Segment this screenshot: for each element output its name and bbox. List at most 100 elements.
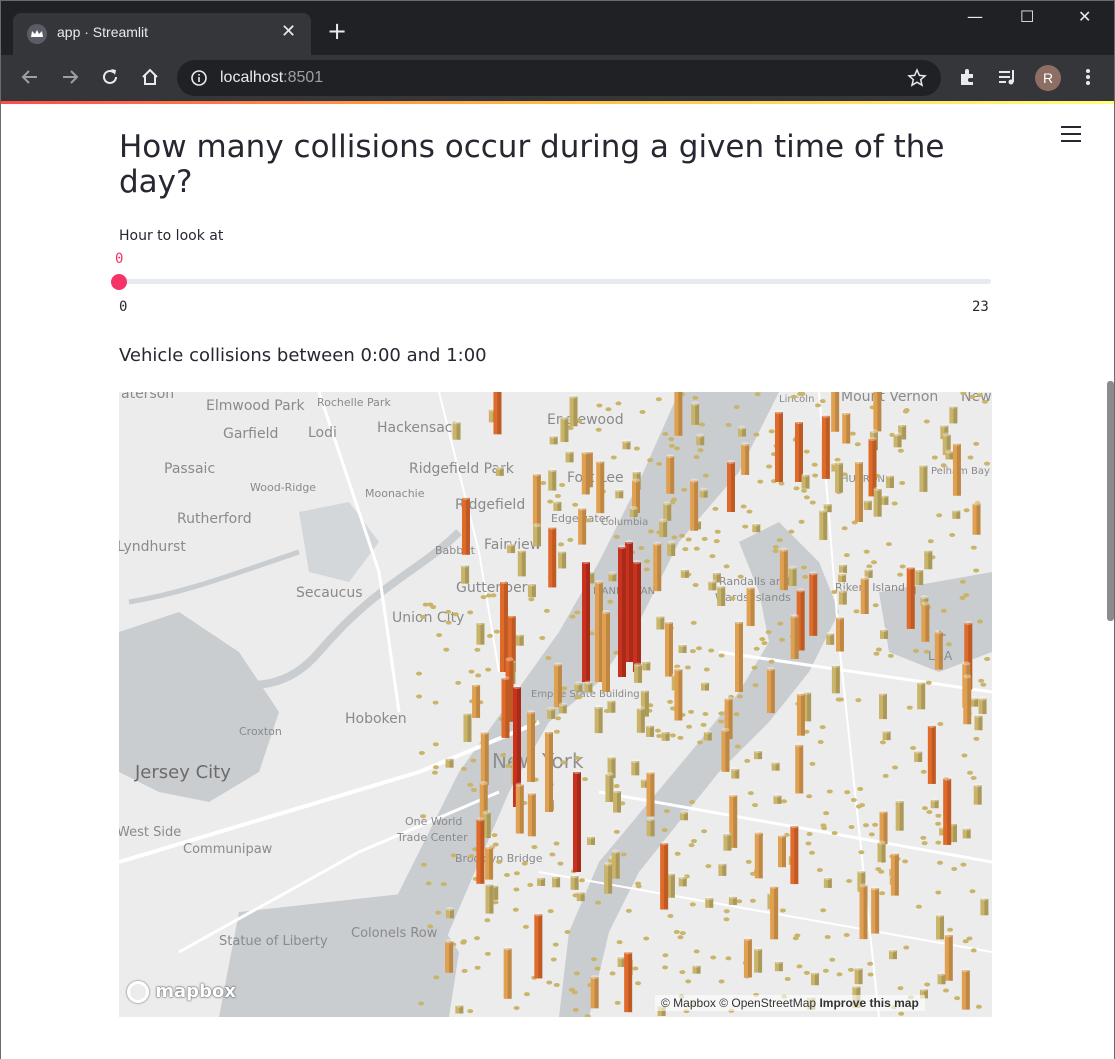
hex-dot <box>873 651 880 656</box>
hex-dot <box>558 542 565 547</box>
hex-dot <box>806 794 813 799</box>
tab-close-icon[interactable]: ✕ <box>281 22 296 42</box>
extensions-puzzle-icon[interactable] <box>957 66 979 88</box>
collision-bar <box>503 946 512 999</box>
hex-dot <box>669 733 676 738</box>
hex-dot <box>461 968 468 973</box>
hex-dot <box>940 608 947 613</box>
hex-dot <box>752 683 759 688</box>
hex-dot <box>765 630 772 635</box>
collision-bar <box>788 565 797 586</box>
hex-dot <box>819 725 826 730</box>
hex-dot <box>733 405 740 410</box>
hex-dot <box>899 481 906 486</box>
back-arrow-icon[interactable] <box>19 66 41 88</box>
hex-dot <box>674 851 681 856</box>
hex-dot <box>976 619 983 624</box>
hex-dot <box>970 545 977 550</box>
bookmark-star-icon[interactable] <box>907 68 927 88</box>
hex-dot <box>443 647 450 652</box>
media-control-icon[interactable] <box>997 66 1019 88</box>
hex-dot <box>552 942 559 947</box>
collision-bar <box>666 454 675 494</box>
hex-dot <box>819 399 826 404</box>
collision-bar <box>773 793 782 804</box>
hex-dot <box>677 935 684 940</box>
hex-dot <box>591 957 598 962</box>
hex-dot <box>705 864 712 869</box>
hex-dot <box>420 814 427 819</box>
hex-dot <box>420 862 427 867</box>
collision-bar <box>552 874 561 888</box>
hex-dot <box>784 976 791 981</box>
hex-dot <box>513 871 520 876</box>
close-window-icon[interactable]: ✕ <box>1078 7 1091 26</box>
collision-bar <box>708 579 717 591</box>
hex-dot <box>872 822 879 827</box>
collision-bar <box>819 508 828 540</box>
mapbox-logo-text: mapbox <box>155 981 236 1002</box>
collision-bar <box>970 696 979 707</box>
info-icon[interactable] <box>190 69 208 87</box>
hex-dot <box>913 648 920 653</box>
page-scrollbar[interactable] <box>1107 381 1114 621</box>
minimize-icon[interactable]: — <box>967 7 983 26</box>
hex-dot <box>638 546 645 551</box>
hex-dot <box>496 859 503 864</box>
hour-slider-track[interactable] <box>119 279 991 284</box>
hex-dot <box>692 395 699 400</box>
hex-dot <box>897 986 904 991</box>
collision-bar <box>752 522 761 533</box>
hex-dot <box>843 932 850 937</box>
hex-dot <box>749 898 756 903</box>
hex-dot <box>712 506 719 511</box>
hex-dot <box>777 621 784 626</box>
collision-bar <box>532 472 541 527</box>
hex-dot <box>718 979 725 984</box>
forward-arrow-icon[interactable] <box>59 66 81 88</box>
collision-bar <box>678 642 687 653</box>
hex-dot <box>571 990 578 995</box>
url-text[interactable]: localhost:8501 <box>220 69 323 87</box>
maximize-icon[interactable]: ☐ <box>1020 7 1034 26</box>
address-bar[interactable]: localhost:8501 <box>177 60 941 96</box>
hex-dot <box>824 935 831 940</box>
hex-dot <box>648 529 655 534</box>
collision-bar <box>921 601 930 642</box>
hamburger-menu-icon[interactable] <box>1061 126 1081 144</box>
collision-map[interactable]: aterson Elmwood Park Rochelle Park Engle… <box>119 392 992 1017</box>
collision-bar <box>766 666 775 714</box>
collision-bar <box>754 830 763 879</box>
collision-bar <box>699 487 708 498</box>
hex-dot <box>776 538 783 543</box>
hex-dot <box>540 481 547 486</box>
home-icon[interactable] <box>139 66 161 88</box>
more-menu-icon[interactable] <box>1077 66 1099 88</box>
collision-bars-layer <box>416 392 991 1017</box>
collision-bar <box>611 849 620 879</box>
collision-bar <box>624 950 633 1013</box>
collision-bar <box>974 713 983 731</box>
hex-dot <box>609 971 616 976</box>
profile-avatar[interactable]: R <box>1035 65 1061 91</box>
new-tab-button[interactable]: + <box>327 19 347 43</box>
hex-dot <box>644 559 651 564</box>
improve-map-link[interactable]: Improve this map <box>819 996 918 1010</box>
hex-dot <box>667 699 674 704</box>
hex-dot <box>768 659 775 664</box>
attribution-text[interactable]: © Mapbox © OpenStreetMap <box>661 996 816 1010</box>
hex-dot <box>689 902 696 907</box>
hex-dot <box>668 443 675 448</box>
hex-dot <box>757 479 764 484</box>
hour-slider-thumb[interactable] <box>111 274 127 290</box>
hex-dot <box>920 835 927 840</box>
collision-bar <box>660 841 669 910</box>
collision-bar <box>517 548 526 577</box>
hex-dot <box>736 899 743 904</box>
collision-bar <box>728 894 737 905</box>
browser-tab[interactable]: app · Streamlit ✕ <box>13 13 311 55</box>
collision-bar <box>795 742 804 794</box>
hex-dot <box>759 637 766 642</box>
hex-dot <box>803 970 810 975</box>
reload-icon[interactable] <box>99 66 121 88</box>
